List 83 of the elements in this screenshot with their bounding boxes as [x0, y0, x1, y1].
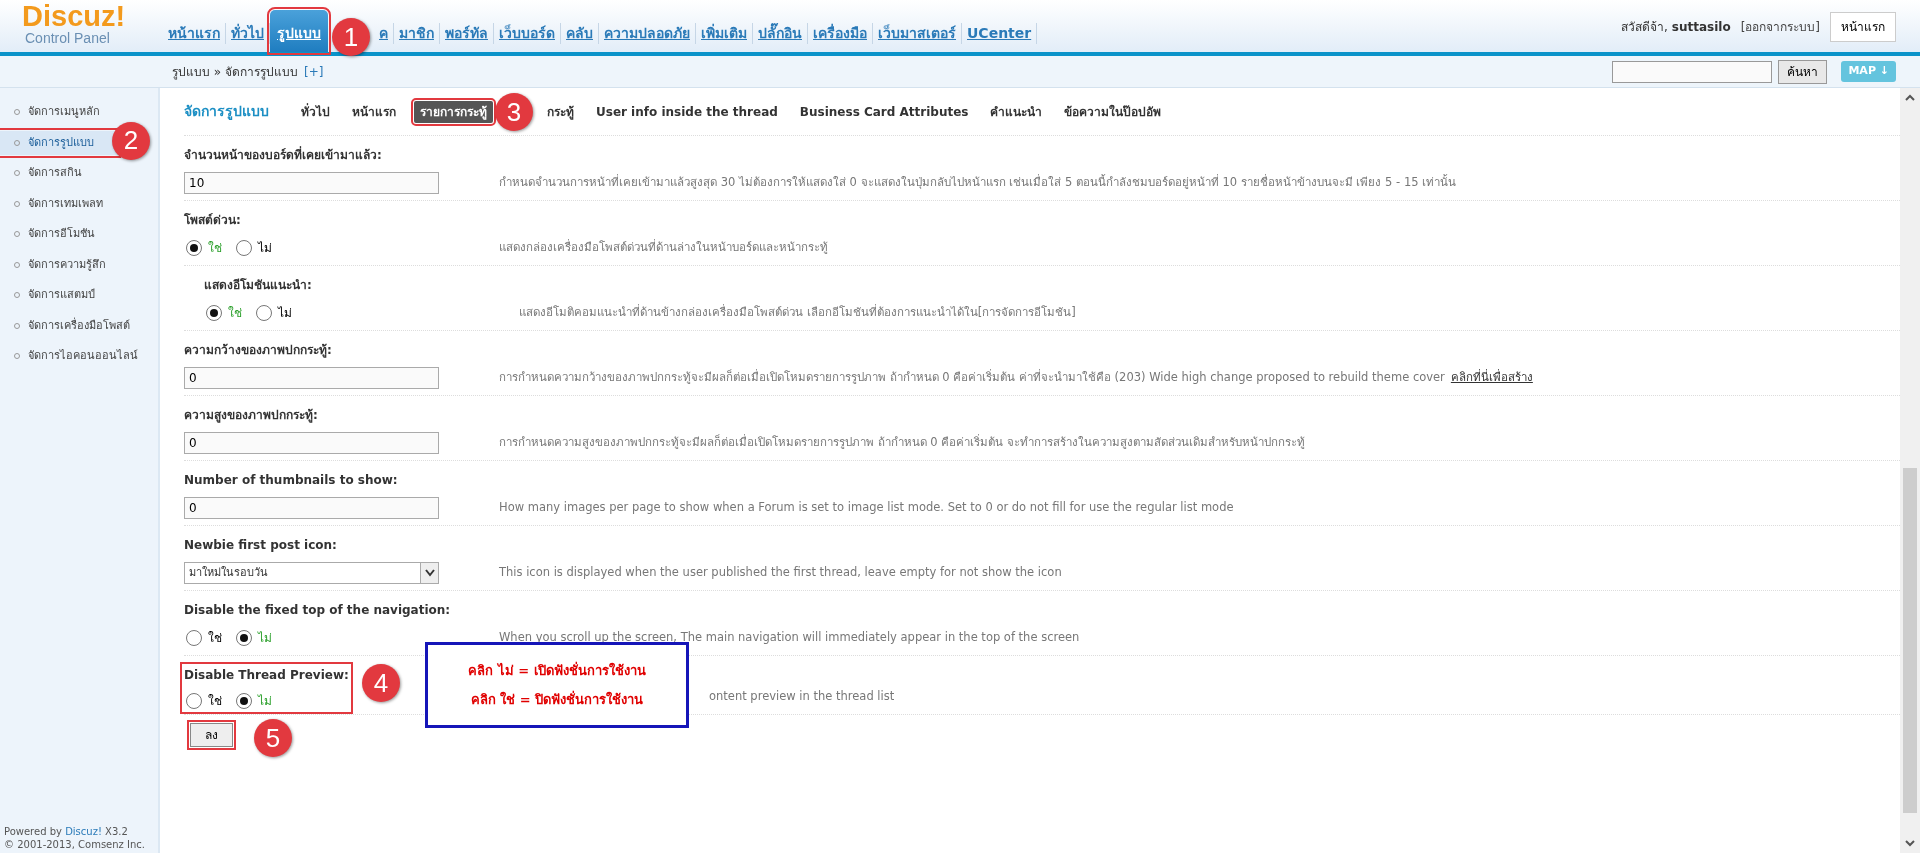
setting-description: แสดงอีโมติคอมแนะนำที่ด้านข้างกล่องเครื่องมือโพสต์ด่วน เลือกอีโมชันที่ต้องการแนะนำได้ใน[การจัดการอีโมชัน]: [519, 304, 1077, 322]
search-field[interactable]: [1612, 60, 1773, 83]
setting-description: การกำหนดความกว้างของภาพปกกระทู้จะมีผลก็ต่อเมื่อเปิดโหมดรายการรูปภาพ ถ้ากำหนด 0 คือค่าเริ่มต้น ค่าที่จะนำมาใช้คือ (203) Wide high change proposed to rebuild theme cover คลิกที่นี่เพื่อสร้าง: [499, 369, 1534, 387]
setting-description: แสดงกล่องเครื่องมือโพสต์ด่วนที่ด้านล่างในหน้าบอร์ดและหน้ากระทู้: [499, 239, 829, 257]
sidebar-item[interactable]: จัดการรูปแบบ: [0, 130, 118, 155]
sidebar-item[interactable]: จัดการเครื่องมือโพสต์: [0, 313, 154, 338]
nav-tab[interactable]: เครื่องมือ: [808, 23, 873, 44]
logo-text: Discuz!: [22, 0, 127, 32]
text-field[interactable]: 0: [184, 432, 439, 454]
settings-tab[interactable]: คำแนะนำ: [986, 100, 1047, 123]
annotation-number: 1: [332, 18, 370, 56]
nav-tab[interactable]: เว็บมาสเตอร์: [873, 23, 962, 44]
setting-label: Number of thumbnails to show:: [184, 472, 398, 489]
nav-tab[interactable]: เพิ่มเติม: [696, 23, 753, 44]
logo-subtitle: Control Panel: [24, 31, 111, 46]
nav-tab[interactable]: ค: [374, 23, 394, 44]
radio-option[interactable]: ไม่: [254, 304, 294, 322]
dropdown[interactable]: มาใหม่ในรอบวัน: [184, 562, 439, 584]
settings-tab[interactable]: ทั่วไป: [297, 100, 334, 123]
sidebar-item[interactable]: จัดการไอคอนออนไลน์: [0, 344, 154, 369]
setting-description: How many images per page to show when a Forum is set to image list mode. Set to 0 or do not fill for use the regular list mode: [499, 499, 1235, 517]
settings-tab[interactable]: หน้าแรก: [348, 100, 400, 123]
nav-tab[interactable]: UCenter: [962, 23, 1038, 44]
nav-tab[interactable]: คลับ: [561, 23, 599, 44]
home-button[interactable]: หน้าแรก: [1830, 12, 1896, 42]
radio-option[interactable]: ไม่: [234, 239, 274, 257]
annotation-number: 2: [112, 121, 150, 160]
radio-option[interactable]: ไม่: [234, 629, 274, 647]
setting-label: Newbie first post icon:: [184, 537, 337, 554]
radio-option[interactable]: ใช่: [204, 304, 244, 322]
annotation-number: 3: [495, 93, 533, 131]
settings-tab[interactable]: รายการกระทู้: [414, 100, 493, 123]
setting-label: แสดงอีโมชันแนะนำ:: [204, 277, 312, 294]
sidebar-item[interactable]: จัดการความรู้สึก: [0, 252, 154, 277]
scrollbar[interactable]: [1900, 88, 1920, 853]
brand-link[interactable]: Discuz!: [65, 826, 102, 837]
setting-description: การกำหนดความสูงของภาพปกกระทู้จะมีผลก็ต่อเมื่อเปิดโหมดรายการรูปภาพ ถ้ากำหนด 0 คือค่าเริ่มต้น จะทำการสร้างในความสูงตามสัดส่วนเดิมสำหรับหน้าปกกระทู้: [499, 434, 1306, 452]
settings-tab[interactable]: ข้อความในป๊อปอัพ: [1060, 100, 1166, 123]
page-title: จัดการรูปแบบ: [184, 102, 269, 122]
setting-label: ความกว้างของภาพปกกระทู้:: [184, 342, 332, 359]
scroll-down-icon[interactable]: [1904, 837, 1916, 849]
logout-link[interactable]: [ออกจากระบบ]: [1740, 18, 1820, 36]
sidebar-item[interactable]: จัดการอีโมชัน: [0, 222, 154, 247]
setting-label: Disable Thread Preview:: [184, 667, 349, 684]
sidebar-item[interactable]: จัดการเทมเพลท: [0, 191, 154, 216]
setting-label: ความสูงของภาพปกกระทู้:: [184, 407, 318, 424]
setting-label: โพสต์ด่วน:: [184, 212, 241, 229]
settings-tab[interactable]: กระทู้: [543, 100, 578, 123]
powered-by-text: Powered by Discuz! X3.2: [4, 826, 128, 837]
nav-tab[interactable]: รูปแบบ: [270, 10, 328, 52]
search-button[interactable]: ค้นหา: [1778, 59, 1828, 84]
setting-description: This icon is displayed when the user published the first thread, leave empty for not show the icon: [499, 564, 1063, 582]
setting-description: ontent preview in the thread list: [709, 688, 895, 706]
add-shortcut-link[interactable]: [+]: [304, 64, 324, 79]
nav-tab[interactable]: หน้าแรก: [163, 23, 226, 44]
radio-option[interactable]: ใช่: [184, 239, 224, 257]
text-field[interactable]: 0: [184, 497, 439, 519]
sidebar-item[interactable]: จัดการแสตมป์: [0, 283, 154, 308]
nav-tab[interactable]: มาชิก: [394, 23, 440, 44]
annotation-number: 4: [362, 664, 400, 702]
nav-tab[interactable]: ความปลอดภัย: [599, 23, 696, 44]
copyright-text: © 2001-2013, Comsenz Inc.: [4, 839, 145, 850]
setting-description: กำหนดจำนวนการหน้าที่เคยเข้ามาแล้วสูงสุด 30 ไม่ต้องการให้แสดงใส่ 0 จะแสดงในปุ่มกลับไปหน้าแรก เช่นเมื่อใส่ 5 ตอนนี้กำลังชมบอร์ดอยู่หน้าที่ 10 รายชื่อหน้าข้างบนจะมี เพียง 5 - 15 เท่านั้น: [499, 174, 1458, 192]
nav-tab[interactable]: เว็บบอร์ด: [494, 23, 561, 44]
setting-label: จำนวนหน้าของบอร์ดที่เคยเข้ามาแล้ว:: [184, 146, 382, 164]
sidebar-item[interactable]: จัดการสกิน: [0, 161, 154, 186]
nav-tab[interactable]: ปลั๊กอิน: [753, 23, 808, 44]
setting-label: Disable the fixed top of the navigation:: [184, 602, 451, 619]
annotation-number: 5: [254, 719, 292, 757]
settings-tab[interactable]: User info inside the thread: [592, 100, 782, 123]
create-link[interactable]: คลิกที่นี่เพื่อสร้าง: [1450, 370, 1533, 385]
nav-tab[interactable]: พอร์ทัล: [440, 23, 494, 44]
settings-tab[interactable]: Business Card Attributes: [795, 100, 973, 123]
radio-option[interactable]: ใช่: [184, 629, 224, 647]
radio-option[interactable]: ใช่: [184, 692, 224, 710]
text-field[interactable]: 10: [184, 172, 439, 194]
chevron-down-icon: [424, 569, 435, 577]
radio-option[interactable]: ไม่: [234, 692, 274, 710]
breadcrumb: รูปแบบ » จัดการรูปแบบ: [172, 64, 298, 79]
submit-button[interactable]: ลง: [190, 723, 233, 747]
greeting-text: สวัสดีจ้า, suttasilo: [1621, 19, 1731, 36]
callout-note: คลิก ไม่ = เปิดฟังชั่นการใช้งาน คลิก ใช่ = ปิดฟังชั่นการใช้งาน: [425, 642, 689, 728]
text-field[interactable]: 0: [184, 367, 439, 389]
